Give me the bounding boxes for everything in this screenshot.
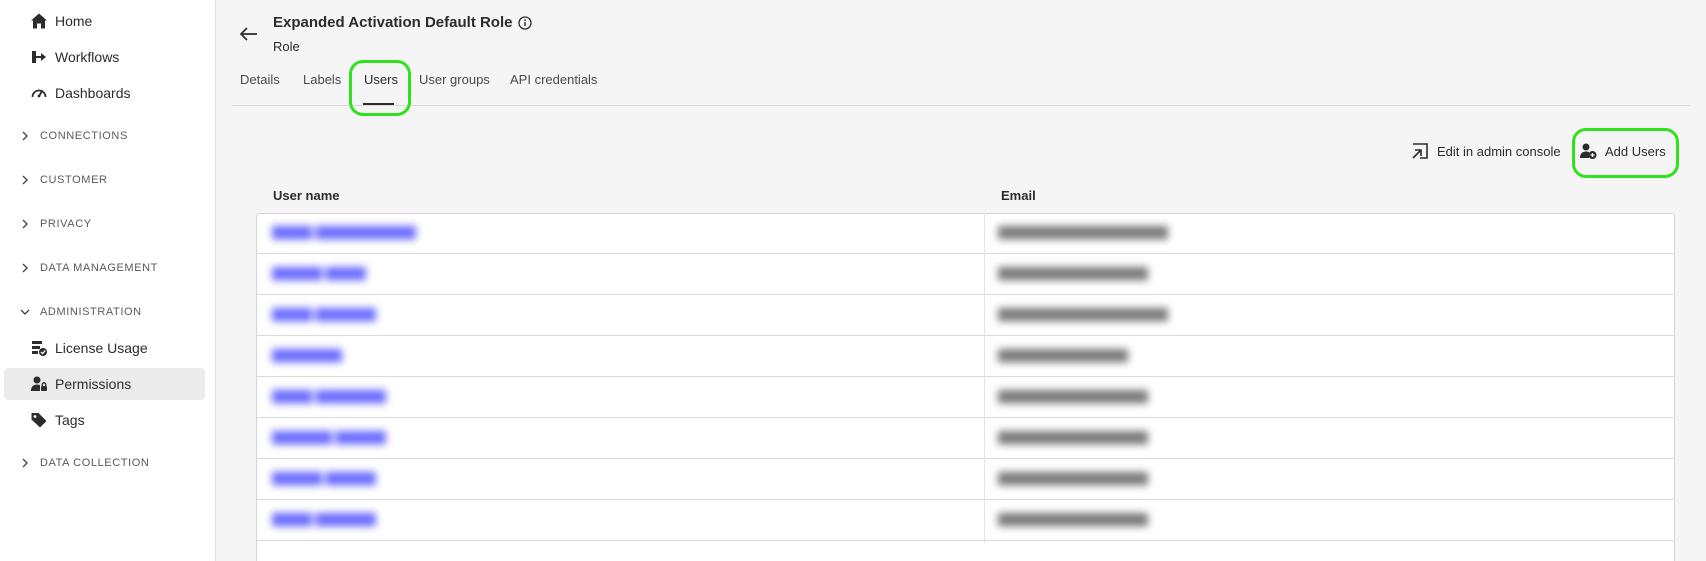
table-row[interactable]: ▇▇▇▇ ▇▇▇▇▇▇▇ ▇▇▇▇▇▇▇▇▇▇▇▇▇▇▇	[256, 377, 1675, 418]
edit-in-admin-console-label: Edit in admin console	[1437, 143, 1561, 159]
user-name-link[interactable]: ▇▇▇▇▇ ▇▇▇▇	[272, 265, 366, 281]
tag-icon	[28, 409, 50, 431]
table-row[interactable]: ▇▇▇▇ ▇▇▇▇▇▇ ▇▇▇▇▇▇▇▇▇▇▇▇▇▇▇	[256, 500, 1675, 541]
add-users-label: Add Users	[1605, 143, 1666, 159]
user-email: ▇▇▇▇▇▇▇▇▇▇▇▇▇▇▇	[998, 429, 1148, 444]
user-name-link[interactable]: ▇▇▇▇ ▇▇▇▇▇▇	[272, 306, 376, 322]
chevron-down-icon	[18, 305, 32, 319]
external-link-icon	[1411, 142, 1429, 160]
tab-users[interactable]: Users	[364, 72, 398, 87]
permissions-icon	[28, 373, 50, 395]
sidebar-item-dashboards[interactable]: Dashboards	[4, 77, 205, 109]
sidebar-item-label: Dashboards	[55, 85, 131, 101]
page-title-text: Expanded Activation Default Role	[273, 14, 513, 31]
chevron-right-icon	[18, 217, 32, 231]
chevron-right-icon	[18, 456, 32, 470]
sidebar-section-customer[interactable]: CUSTOMER	[18, 168, 108, 192]
tab-bar: Details Labels Users User groups API cre…	[232, 72, 1690, 106]
workflow-icon	[28, 46, 50, 68]
sidebar-item-label: License Usage	[55, 340, 148, 356]
sidebar-item-label: Tags	[55, 412, 85, 428]
tab-details[interactable]: Details	[240, 72, 280, 87]
user-name-link[interactable]: ▇▇▇▇▇▇▇	[272, 347, 342, 363]
column-divider	[984, 213, 985, 543]
dashboard-icon	[28, 82, 50, 104]
user-email: ▇▇▇▇▇▇▇▇▇▇▇▇▇▇▇	[998, 388, 1148, 403]
sidebar-item-workflows[interactable]: Workflows	[4, 41, 205, 73]
tab-api-credentials[interactable]: API credentials	[510, 72, 597, 87]
add-user-icon	[1579, 142, 1597, 160]
user-name-link[interactable]: ▇▇▇▇ ▇▇▇▇▇▇▇▇▇▇	[272, 224, 416, 240]
tab-labels[interactable]: Labels	[303, 72, 341, 87]
back-button[interactable]	[237, 22, 261, 46]
arrow-left-icon	[239, 27, 257, 41]
column-header-email[interactable]: Email	[1001, 188, 1036, 203]
sidebar: Home Workflows Dashboards CONNECTIONS CU…	[0, 0, 216, 561]
sidebar-section-data-management[interactable]: DATA MANAGEMENT	[18, 256, 158, 280]
user-email: ▇▇▇▇▇▇▇▇▇▇▇▇▇▇▇	[998, 265, 1148, 280]
sidebar-section-privacy[interactable]: PRIVACY	[18, 212, 92, 236]
info-icon[interactable]	[518, 15, 533, 30]
table-row[interactable]: ▇▇▇▇ ▇▇▇▇▇▇▇▇▇▇ ▇▇▇▇▇▇▇▇▇▇▇▇▇▇▇▇▇	[256, 213, 1675, 254]
sidebar-section-label: CUSTOMER	[40, 174, 108, 186]
page-subtitle: Role	[273, 39, 300, 54]
home-icon	[28, 10, 50, 32]
tab-user-groups[interactable]: User groups	[419, 72, 490, 87]
sidebar-item-label: Permissions	[55, 376, 132, 392]
user-email: ▇▇▇▇▇▇▇▇▇▇▇▇▇▇▇▇▇	[998, 224, 1168, 239]
table-row[interactable]: ▇▇▇▇▇▇▇ ▇▇▇▇▇▇▇▇▇▇▇▇▇	[256, 336, 1675, 377]
user-email: ▇▇▇▇▇▇▇▇▇▇▇▇▇	[998, 347, 1128, 362]
edit-in-admin-console-button[interactable]: Edit in admin console	[1411, 142, 1561, 160]
user-email: ▇▇▇▇▇▇▇▇▇▇▇▇▇▇▇	[998, 511, 1148, 526]
sidebar-item-label: Workflows	[55, 49, 120, 65]
sidebar-section-data-collection[interactable]: DATA COLLECTION	[18, 451, 149, 475]
sidebar-section-label: DATA MANAGEMENT	[40, 262, 158, 274]
chevron-right-icon	[18, 261, 32, 275]
sidebar-section-label: CONNECTIONS	[40, 130, 128, 142]
sidebar-section-connections[interactable]: CONNECTIONS	[18, 124, 128, 148]
user-email: ▇▇▇▇▇▇▇▇▇▇▇▇▇▇▇	[998, 470, 1148, 485]
table-row[interactable]: ▇▇▇▇▇ ▇▇▇▇ ▇▇▇▇▇▇▇▇▇▇▇▇▇▇▇	[256, 254, 1675, 295]
user-email: ▇▇▇▇▇▇▇▇▇▇▇▇▇▇▇▇▇	[998, 306, 1168, 321]
user-name-link[interactable]: ▇▇▇▇▇▇ ▇▇▇▇▇	[272, 429, 386, 445]
license-icon	[28, 337, 50, 359]
tab-active-indicator	[363, 103, 394, 105]
sidebar-section-label: DATA COLLECTION	[40, 457, 150, 469]
table-row[interactable]: ▇▇▇▇▇ ▇▇▇▇▇ ▇▇▇▇▇▇▇▇▇▇▇▇▇▇▇	[256, 459, 1675, 500]
user-name-link[interactable]: ▇▇▇▇ ▇▇▇▇▇▇▇	[272, 388, 386, 404]
sidebar-item-home[interactable]: Home	[4, 5, 205, 37]
sidebar-item-permissions[interactable]: Permissions	[4, 368, 205, 400]
sidebar-item-license-usage[interactable]: License Usage	[4, 332, 205, 364]
sidebar-item-tags[interactable]: Tags	[4, 404, 205, 436]
table-row[interactable]: ▇▇▇▇▇▇ ▇▇▇▇▇ ▇▇▇▇▇▇▇▇▇▇▇▇▇▇▇	[256, 418, 1675, 459]
user-name-link[interactable]: ▇▇▇▇▇ ▇▇▇▇▇	[272, 470, 376, 486]
add-users-button[interactable]: Add Users	[1579, 142, 1666, 160]
column-header-user-name[interactable]: User name	[273, 188, 339, 203]
chevron-right-icon	[18, 129, 32, 143]
chevron-right-icon	[18, 173, 32, 187]
sidebar-item-label: Home	[55, 13, 93, 29]
sidebar-section-label: PRIVACY	[40, 218, 92, 230]
sidebar-section-administration[interactable]: ADMINISTRATION	[18, 300, 142, 324]
user-name-link[interactable]: ▇▇▇▇ ▇▇▇▇▇▇	[272, 511, 376, 527]
table-row[interactable]: ▇▇▇▇ ▇▇▇▇▇▇ ▇▇▇▇▇▇▇▇▇▇▇▇▇▇▇▇▇	[256, 295, 1675, 336]
page-title: Expanded Activation Default Role	[273, 14, 533, 31]
sidebar-section-label: ADMINISTRATION	[40, 306, 142, 318]
